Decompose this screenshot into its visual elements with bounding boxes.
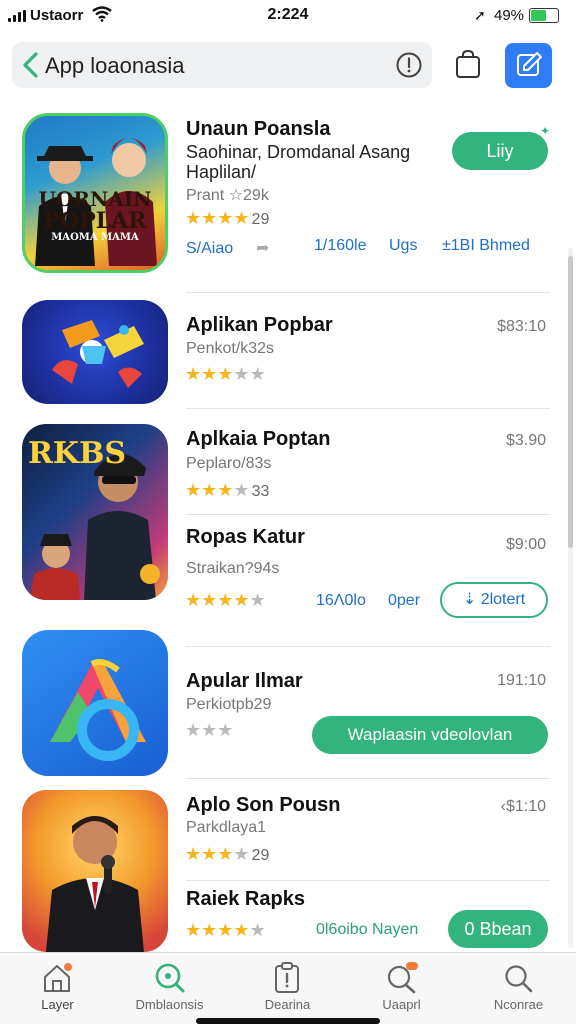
get-button[interactable]: 0 Bbean [448,910,548,948]
app-list-item[interactable]: Aplikan Popbar Penkot/k32s ★★★★★ $83:10 [0,298,576,410]
app-name: Aplo Son Pousn [186,794,341,816]
app-description: Saohinar, Dromdanal Asang [186,142,411,162]
install-button[interactable]: Waplaasin vdeolovlan [312,716,548,754]
app-subtitle: Perkiotpb29 [186,696,272,713]
app-link[interactable]: 0per [388,592,420,610]
compose-button[interactable] [505,43,552,88]
icon-title-line: UORNAIN [38,187,152,211]
bag-icon[interactable] [452,48,484,80]
search-badge-icon [387,962,418,994]
app-price: $3.90 [505,432,546,449]
star-rating: ★★★ [185,720,234,740]
app-list-item[interactable]: Apular Ilmar Perkiotpb29 ★★★ 191:10 Wapl… [0,628,576,778]
app-name: Aplkaia Poptan [186,428,331,450]
app-description: Haplilan/ [186,162,257,182]
home-icon [44,963,72,992]
app-price: $9:00 [505,536,546,553]
app-link[interactable]: ±1BI Bhmed [442,237,530,255]
status-bar: Ustaorr 2:224 ➚ 49% [0,0,576,34]
rating-count: 29 [251,847,270,864]
location-icon: ➚ [474,7,486,23]
star-rating: ★★★★★ [185,920,266,940]
install-button-label: 2lotert [480,591,526,608]
app-subtitle: Parkdlaya1 [186,819,267,836]
tab-label: Dearina [264,997,311,1012]
edit-icon [517,52,542,76]
divider [186,514,550,515]
app-name: Aplikan Popbar [186,314,333,336]
search-icon [505,965,533,993]
tab-bar: Layer Dmblaonsis Dearina Uaaprl Nconrae [0,952,576,1024]
star-rating: ★★★★★ [185,590,266,610]
tab-discover[interactable]: Dmblaonsis [112,953,227,1024]
app-link[interactable]: 1/160le [314,237,367,255]
star-rating: ★★★★ 29 [185,208,270,228]
divider [186,880,550,881]
discover-icon [155,963,185,993]
tab-uaaprl[interactable]: Uaaprl [344,953,459,1024]
app-subtitle: Straikan?94s [186,560,280,577]
app-name: Unaun Poansla [186,118,331,140]
tab-label: Dmblaonsis [135,997,204,1012]
tab-nconrae[interactable]: Nconrae [461,953,576,1024]
app-subtitle: Peplaro/83s [186,455,272,472]
icon-title: RKBS [28,436,127,471]
app-name: Raiek Rapks [186,888,305,910]
tab-label: Uaaprl [382,997,421,1012]
home-indicator [196,1018,380,1024]
app-price: 191:10 [497,672,546,689]
star-rating: ★★★★★ [185,364,266,384]
rating-count: 33 [251,483,270,500]
app-link[interactable]: S/Aiao [186,240,233,258]
back-chevron-icon[interactable] [18,50,44,80]
icon-title-line: POPLAR [43,208,147,234]
clipboard-icon [275,962,299,993]
battery-percent: 49% [494,7,525,24]
app-subtitle: Prant ☆29k [186,187,269,204]
info-icon[interactable] [396,52,422,78]
app-list-item[interactable]: UORNAIN POPLAR MAOMA MAMA Unaun Poansla … [0,112,576,292]
app-link[interactable]: Ugs [389,237,417,255]
share-icon[interactable]: ➦ [256,238,269,258]
star-rating: ★★★★ 29 [185,844,270,864]
download-icon: ⇣ [462,591,477,608]
get-button[interactable]: Liiy [452,132,548,170]
app-logo-art [52,320,144,388]
divider [186,408,550,409]
app-list-item[interactable]: RKBS Aplkaia Poptan Peplaro/83s ★★★★ 33 $… [0,420,576,600]
app-name: Ropas Katur [186,526,305,548]
app-price: ‹$1:10 [500,798,546,815]
tab-label: Layer [41,997,74,1012]
app-name: Apular Ilmar [186,670,303,692]
app-list-item[interactable]: Raiek Rapks ★★★★★ 0l6oibo Nayen 0 Bbean [0,884,576,950]
app-icon[interactable] [22,630,168,776]
app-link[interactable]: 0l6oibo Nayen [316,921,418,939]
app-link[interactable]: 16Λ0lo [316,592,366,610]
battery-icon [529,8,559,23]
search-nav-bar[interactable]: App loaonasia [12,42,432,88]
status-time: 2:224 [267,6,309,23]
divider [186,778,550,779]
rating-count: 29 [251,211,270,228]
app-price: $83:10 [497,318,546,335]
sparkle-icon: ✦ [540,124,551,138]
divider [186,292,550,293]
app-icon[interactable]: UORNAIN POPLAR MAOMA MAMA [22,113,168,273]
app-list-item[interactable]: Aplo Son Pousn Parkdlaya1 ★★★★ 29 ‹$1:10 [0,786,576,952]
tab-dearina[interactable]: Dearina [230,953,345,1024]
tab-layer[interactable]: Layer [0,953,115,1024]
star-rating: ★★★★ 33 [185,480,270,500]
nav-title: App loaonasia [45,53,185,78]
app-icon[interactable] [22,300,168,404]
app-subtitle: Penkot/k32s [186,340,275,357]
install-button[interactable]: ⇣ 2lotert [440,582,548,618]
app-logo-art [50,659,146,761]
tab-label: Nconrae [493,997,544,1012]
